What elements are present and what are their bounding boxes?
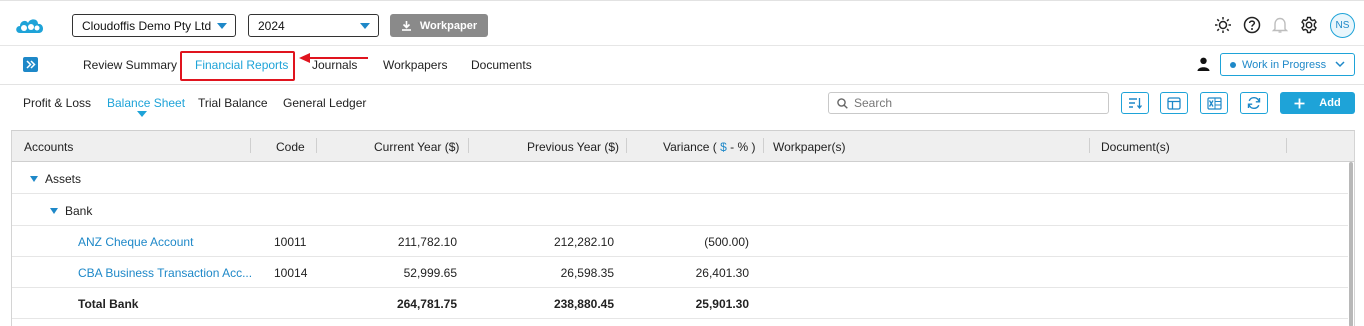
search-input[interactable]: [854, 96, 1094, 110]
highlight-annotation-box: [180, 51, 295, 81]
download-icon: [401, 21, 411, 31]
export-excel-button[interactable]: [1200, 92, 1228, 114]
column-divider[interactable]: [1286, 138, 1287, 153]
tab-journals[interactable]: Journals: [312, 58, 357, 72]
account-code: 10014: [274, 266, 308, 280]
account-link[interactable]: ANZ Cheque Account: [78, 235, 193, 249]
column-divider[interactable]: [250, 138, 251, 153]
variance-header-prefix: Variance (: [663, 140, 717, 154]
group-label: Assets: [30, 172, 81, 186]
total-variance: 25,901.30: [695, 297, 749, 311]
workpaper-download-button[interactable]: Workpaper: [390, 14, 488, 37]
total-row: Total Bank 264,781.75 238,880.45 25,901.…: [12, 288, 1348, 319]
variance-value: 26,401.30: [695, 266, 749, 280]
table-row[interactable]: CBA Business Transaction Acc... 10014 52…: [12, 257, 1348, 288]
cloudoffis-logo[interactable]: [14, 15, 46, 35]
previous-year-value: 26,598.35: [560, 266, 614, 280]
variance-value: (500.00): [704, 235, 749, 249]
refresh-button[interactable]: [1240, 92, 1268, 114]
search-box[interactable]: [828, 92, 1109, 114]
col-header-variance[interactable]: Variance ( $ - % ): [663, 140, 756, 154]
col-header-documents[interactable]: Document(s): [1101, 140, 1170, 154]
subgroup-name: Bank: [65, 204, 93, 218]
caret-down-icon[interactable]: [30, 176, 38, 182]
table-header: Accounts Code Current Year ($) Previous …: [12, 131, 1354, 162]
variance-header-suffix: ): [748, 140, 756, 154]
caret-down-icon: [360, 23, 370, 29]
status-dot-icon: [1230, 61, 1236, 68]
company-select-value: Cloudoffis Demo Pty Ltd: [82, 18, 212, 33]
previous-year-value: 212,282.10: [553, 235, 614, 249]
table-row[interactable]: ANZ Cheque Account 10011 211,782.10 212,…: [12, 226, 1348, 257]
add-button[interactable]: Add: [1280, 92, 1355, 114]
theme-toggle-icon[interactable]: [1214, 16, 1232, 34]
vertical-scrollbar[interactable]: [1349, 162, 1353, 326]
subtab-profit-loss[interactable]: Profit & Loss: [23, 96, 91, 110]
subtab-trial-balance[interactable]: Trial Balance: [198, 96, 268, 110]
sort-button[interactable]: [1121, 92, 1149, 114]
total-label: Total Bank: [78, 297, 139, 311]
col-header-accounts[interactable]: Accounts: [24, 140, 73, 154]
tab-review-summary[interactable]: Review Summary: [83, 58, 177, 72]
group-name: Assets: [45, 172, 82, 186]
subgroup-label: Bank: [50, 204, 92, 218]
double-chevron-right-icon: [25, 60, 36, 69]
help-icon[interactable]: [1243, 16, 1261, 34]
current-year-value: 211,782.10: [397, 235, 457, 249]
column-divider[interactable]: [316, 138, 317, 153]
layout-columns-icon: [1167, 96, 1181, 110]
balance-sheet-table: Accounts Code Current Year ($) Previous …: [11, 130, 1355, 326]
status-select-value: Work in Progress: [1242, 58, 1327, 71]
user-avatar[interactable]: NS: [1330, 13, 1355, 38]
variance-header-separator: -: [726, 140, 738, 154]
column-divider[interactable]: [626, 138, 627, 153]
col-header-code[interactable]: Code: [276, 140, 305, 154]
column-divider[interactable]: [763, 138, 764, 153]
variance-header-dollar: $: [720, 140, 727, 154]
column-divider[interactable]: [468, 138, 469, 153]
columns-layout-button[interactable]: [1160, 92, 1188, 114]
year-select[interactable]: 2024: [248, 14, 379, 37]
plus-icon: [1294, 98, 1305, 108]
group-row-assets[interactable]: Assets: [12, 162, 1348, 194]
sort-icon: [1129, 98, 1142, 109]
search-icon: [837, 97, 848, 109]
current-year-value: 52,999.65: [403, 266, 457, 280]
subgroup-row-bank[interactable]: Bank: [12, 194, 1348, 226]
caret-down-icon: [217, 23, 227, 29]
report-toolbar: Profit & Loss Balance Sheet Trial Balanc…: [0, 86, 1364, 122]
caret-down-icon[interactable]: [50, 208, 58, 214]
column-divider[interactable]: [1089, 138, 1090, 153]
subtab-general-ledger[interactable]: General Ledger: [283, 96, 366, 110]
account-link[interactable]: CBA Business Transaction Acc...: [78, 266, 252, 280]
col-header-workpapers[interactable]: Workpaper(s): [773, 140, 845, 154]
add-button-label: Add: [1319, 97, 1341, 109]
total-previous-year: 238,880.45: [553, 297, 614, 311]
workpaper-button-label: Workpaper: [419, 19, 478, 32]
top-bar: Cloudoffis Demo Pty Ltd 2024 Workpaper N…: [0, 0, 1364, 46]
refresh-icon: [1247, 96, 1261, 110]
variance-header-percent: %: [737, 140, 749, 154]
user-icon: [1197, 57, 1210, 71]
settings-gear-icon[interactable]: [1300, 16, 1318, 34]
account-code: 10011: [274, 235, 307, 249]
tab-workpapers[interactable]: Workpapers: [383, 58, 447, 72]
year-select-value: 2024: [258, 18, 285, 33]
excel-icon: [1206, 96, 1222, 110]
total-current-year: 264,781.75: [396, 297, 457, 311]
tab-documents[interactable]: Documents: [471, 58, 532, 72]
chevron-down-icon: [1335, 61, 1345, 68]
subtab-balance-sheet[interactable]: Balance Sheet: [107, 96, 185, 110]
col-header-previous-year[interactable]: Previous Year ($): [527, 140, 619, 154]
expand-sidebar-button[interactable]: [23, 57, 38, 72]
status-select[interactable]: Work in Progress: [1220, 53, 1355, 76]
main-nav: Review Summary Financial Reports Journal…: [0, 46, 1364, 85]
col-header-current-year[interactable]: Current Year ($): [374, 140, 459, 154]
notification-bell-icon[interactable]: [1271, 16, 1289, 34]
active-tab-indicator-icon: [137, 111, 147, 117]
company-select[interactable]: Cloudoffis Demo Pty Ltd: [72, 14, 236, 37]
